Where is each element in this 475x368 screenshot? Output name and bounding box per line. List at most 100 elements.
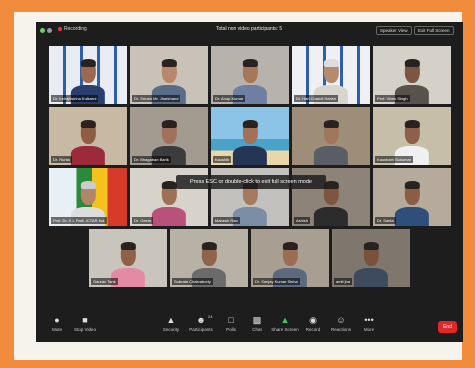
body — [151, 206, 187, 226]
hair — [80, 120, 96, 128]
participant-name: Dr. Sriram Mr. Jharkhand — [132, 95, 181, 102]
participant-name: Prof. Vivek Singh — [375, 95, 410, 102]
end-meeting-button[interactable]: End — [438, 321, 457, 333]
hair — [323, 120, 339, 128]
record-button[interactable]: ◉ Record — [298, 315, 328, 332]
video-tile[interactable]: Kaushik — [211, 107, 289, 165]
participant-figure — [70, 119, 106, 165]
participant-name: Kaustubh Sukumar — [375, 156, 414, 163]
reactions-button[interactable]: ☺ Reactions — [326, 315, 356, 332]
participant-figure — [353, 241, 389, 287]
recording-dot-icon — [58, 26, 62, 31]
video-tile[interactable]: amit jha — [332, 229, 410, 287]
body — [313, 206, 349, 226]
participant-name: Dr. Bhagaban Barik — [132, 156, 171, 163]
video-tile[interactable] — [292, 107, 370, 165]
video-camera-icon: ■ — [82, 315, 88, 325]
video-tile[interactable]: Dr. Sarita — [373, 168, 451, 226]
video-tile[interactable]: Dr. Hari Chandi Harish — [292, 46, 370, 104]
hair — [404, 59, 420, 67]
participant-name: Dr. Indrajitsinha Kulkarni — [51, 95, 99, 102]
stop-video-label: Stop Video — [74, 327, 96, 332]
speaker-view-button[interactable]: Speaker View — [376, 26, 412, 35]
security-label: Security — [162, 327, 180, 332]
hair — [282, 242, 298, 250]
video-tile[interactable]: Dr. Sriram Mr. Jharkhand — [130, 46, 208, 104]
video-tile[interactable]: Gaurav Tank — [89, 229, 167, 287]
hair — [161, 120, 177, 128]
participant-name: amit jha — [334, 278, 353, 285]
recording-indicator[interactable]: Recording — [58, 26, 87, 32]
hair — [201, 242, 217, 250]
body — [353, 267, 389, 287]
record-icon: ◉ — [309, 315, 317, 325]
participant-name: Dr. Hari Chandi Harish — [294, 95, 339, 102]
window-topbar: Recording Total non video participants: … — [36, 22, 463, 40]
participant-figure — [232, 119, 268, 165]
participant-name: Dr. Sarita — [375, 217, 396, 224]
participants-count: 24 — [208, 314, 213, 319]
participants-icon: ☻ — [196, 315, 206, 325]
hair — [404, 120, 420, 128]
info-icon[interactable] — [47, 28, 52, 33]
more-button[interactable]: ••• More — [354, 315, 384, 332]
video-tile[interactable]: Prof. Dr. K L Patil, ICTAR Ind. — [49, 168, 127, 226]
meeting-controls-bar: ● Mute ■ Stop Video ▲ Security ☻ Participant… — [36, 312, 463, 342]
chat-icon: ▩ — [252, 315, 262, 325]
hair — [161, 59, 177, 67]
body — [232, 145, 268, 165]
participant-name: Gaurav Tank — [91, 278, 118, 285]
participant-name: Dr. Geeta — [132, 217, 154, 224]
mute-button[interactable]: ● Mute — [42, 315, 72, 332]
video-tile-active-speaker[interactable]: Kaustubh Sukumar — [373, 107, 451, 165]
body — [313, 145, 349, 165]
video-tile[interactable]: Dr. Bhagaban Barik — [130, 107, 208, 165]
window-title: Total non video participants: 5 — [216, 26, 283, 32]
participant-figure — [313, 119, 349, 165]
recording-label: Recording — [64, 26, 87, 32]
smiley-icon: ☺ — [336, 315, 346, 325]
hair — [242, 59, 258, 67]
hair — [323, 59, 339, 67]
shield-icon: ▲ — [166, 315, 176, 325]
participant-name: Mahesh Rao — [213, 217, 240, 224]
hair — [161, 181, 177, 189]
participant-name: Subrata Chakraborty — [172, 278, 213, 285]
chat-button[interactable]: ▩ Chat — [242, 315, 272, 332]
hair — [80, 59, 96, 67]
mute-label: Mute — [51, 327, 62, 332]
participant-name: Dr. Anup Kumar — [213, 95, 246, 102]
hair — [120, 242, 136, 250]
reactions-label: Reactions — [330, 327, 351, 332]
share-screen-button[interactable]: ▲ Share Screen — [270, 315, 300, 332]
participant-name: Dr. Runta — [51, 156, 72, 163]
share-screen-icon: ▲ — [280, 315, 290, 325]
body — [394, 206, 430, 226]
exit-full-screen-button[interactable]: Exit Full Screen — [414, 26, 454, 35]
participant-name: Kaushik — [213, 156, 232, 163]
participant-figure — [394, 180, 430, 226]
video-tile[interactable]: Prof. Vivek Singh — [373, 46, 451, 104]
chat-label: Chat — [252, 327, 262, 332]
zoom-window: Recording Total non video participants: … — [36, 22, 463, 342]
security-button[interactable]: ▲ Security — [156, 315, 186, 332]
hair — [80, 181, 96, 189]
hair — [404, 181, 420, 189]
video-tile[interactable]: Subrata Chakraborty — [170, 229, 248, 287]
video-tile[interactable]: Dr. Anup Kumar — [211, 46, 289, 104]
more-dots-icon: ••• — [364, 315, 374, 325]
hair — [363, 242, 379, 250]
polls-icon: □ — [228, 315, 234, 325]
video-tile[interactable]: Dr. Runta — [49, 107, 127, 165]
security-shield-icon[interactable] — [40, 28, 45, 33]
participant-name: Ashish — [294, 217, 311, 224]
stop-video-button[interactable]: ■ Stop Video — [70, 315, 100, 332]
more-label: More — [363, 327, 375, 332]
hair — [242, 120, 258, 128]
body — [70, 145, 106, 165]
participants-label: Participants — [189, 327, 213, 332]
participant-name: Prof. Dr. K L Patil, ICTAR Ind. — [51, 217, 108, 224]
share-screen-label: Share Screen — [271, 327, 299, 332]
video-tile[interactable]: Dr. Sanjay Kumar Sinha — [251, 229, 329, 287]
video-tile[interactable]: Dr. Indrajitsinha Kulkarni — [49, 46, 127, 104]
